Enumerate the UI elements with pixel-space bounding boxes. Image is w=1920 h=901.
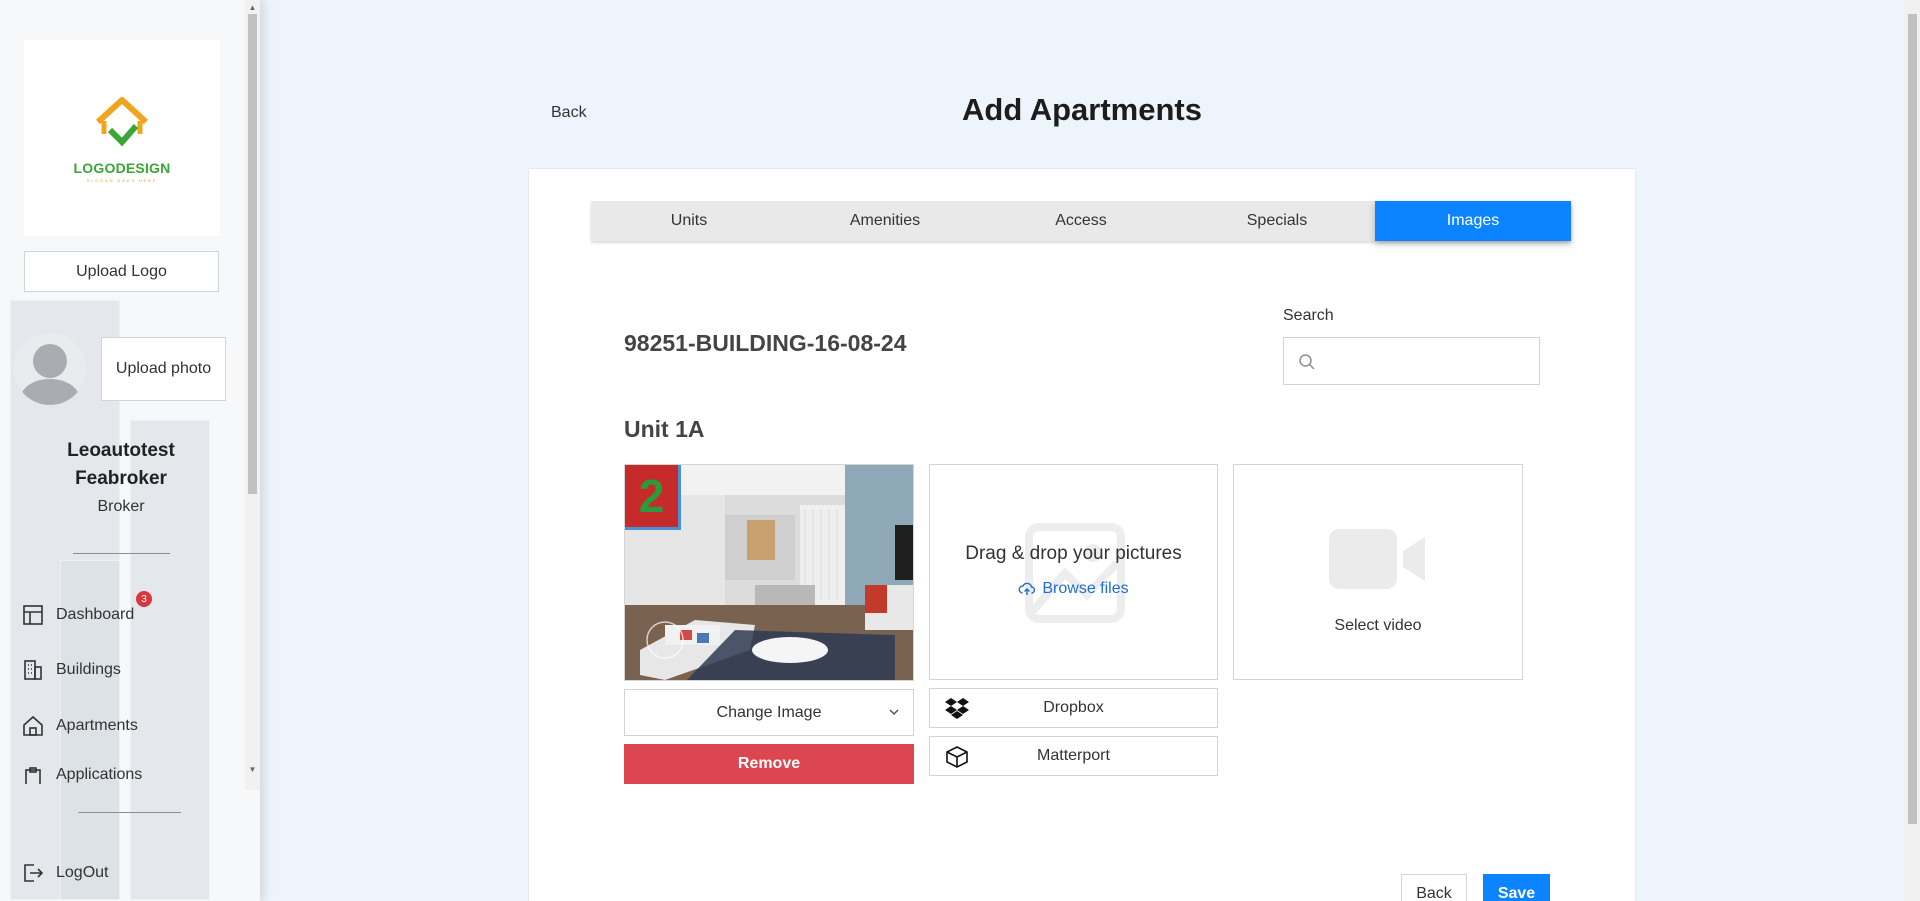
matterport-button[interactable]: Matterport [929,736,1218,776]
dropzone-title: Drag & drop your pictures [965,543,1182,564]
back-link[interactable]: Back [551,104,587,122]
tab-amenities[interactable]: Amenities [787,201,983,241]
remove-button[interactable]: Remove [624,744,914,784]
change-image-dropdown[interactable]: Change Image [624,689,914,736]
tab-bar: Units Amenities Access Specials Images [591,201,1571,241]
dropbox-icon [945,698,969,719]
nav-item-apartments[interactable]: Apartments [22,711,138,741]
scroll-down-icon[interactable]: ▼ [248,765,257,775]
house-logo-icon [95,96,149,146]
image-dropzone[interactable]: Drag & drop your pictures Browse files [929,464,1218,680]
logo-slogan: SLOGAN GOES HERE [86,177,158,183]
nav-item-applications[interactable]: Applications [22,766,142,784]
change-image-label: Change Image [716,703,822,721]
building-icon [24,660,42,680]
sidebar-divider [73,553,170,554]
unit-title: Unit 1A [624,416,705,442]
sidebar-divider-bottom [78,812,181,813]
home-icon [23,715,43,736]
logout-label: LogOut [56,864,109,881]
nav-item-buildings[interactable]: Buildings [22,655,121,685]
avatar [14,333,86,405]
tab-specials[interactable]: Specials [1179,201,1375,241]
search-field[interactable] [1283,337,1540,385]
matterport-label: Matterport [1037,747,1110,764]
user-role: Broker [97,498,145,515]
dashboard-icon [23,605,43,625]
upload-photo-button[interactable]: Upload photo [101,337,226,401]
company-logo: LOGODESIGN SLOGAN GOES HERE [24,40,220,236]
video-camera-icon [1329,529,1425,589]
browse-files-link[interactable]: Browse files [930,580,1217,598]
upload-logo-button[interactable]: Upload Logo [24,251,219,292]
page-scrollbar[interactable] [1905,0,1920,901]
sidebar-scrollbar[interactable]: ▲ ▼ [245,0,260,790]
tab-images[interactable]: Images [1375,201,1571,241]
apartment-photo: 2 [624,464,914,681]
nav-label-apartments: Apartments [56,717,138,734]
logout-icon [24,864,44,882]
clipboard-icon [25,767,41,784]
footer-back-button[interactable]: Back [1401,874,1467,901]
cloud-upload-icon [1018,582,1036,595]
matterport-icon [946,746,968,768]
search-icon [1299,354,1315,370]
scroll-up-icon[interactable]: ▲ [248,3,257,13]
page-title: Add Apartments [962,92,1202,127]
chevron-down-icon [889,709,899,716]
sidebar: LOGODESIGN SLOGAN GOES HERE Upload Logo … [0,0,260,901]
building-name: 98251-BUILDING-16-08-24 [624,330,907,356]
page-scroll-thumb[interactable] [1908,14,1917,824]
logout-button[interactable]: LogOut [22,858,108,888]
user-silhouette-icon [18,344,82,405]
nav-label-dashboard: Dashboard [56,606,135,623]
nav-label-applications: Applications [56,766,143,783]
logo-text: LOGODESIGN [73,159,171,176]
sidebar-content: LOGODESIGN SLOGAN GOES HERE Upload Logo … [0,0,245,901]
tab-access[interactable]: Access [983,201,1179,241]
photo-number-badge: 2 [625,465,681,530]
notification-badge: 3 [136,591,152,607]
save-button[interactable]: Save [1483,874,1550,901]
search-input[interactable] [1324,346,1529,376]
dropbox-label: Dropbox [1043,699,1104,716]
sidebar-scroll-thumb[interactable] [248,14,257,494]
video-select-box[interactable]: Select video [1233,464,1523,680]
tab-units[interactable]: Units [591,201,787,241]
select-video-label: Select video [1334,617,1422,634]
user-name: Leoautotest Feabroker [67,440,175,489]
search-label: Search [1283,307,1334,324]
nav-item-dashboard[interactable]: Dashboard 3 [22,591,152,630]
dropbox-button[interactable]: Dropbox [929,688,1218,728]
nav-label-buildings: Buildings [56,661,121,678]
image-placeholder-icon [1025,523,1125,623]
browse-files-label: Browse files [1042,580,1129,597]
